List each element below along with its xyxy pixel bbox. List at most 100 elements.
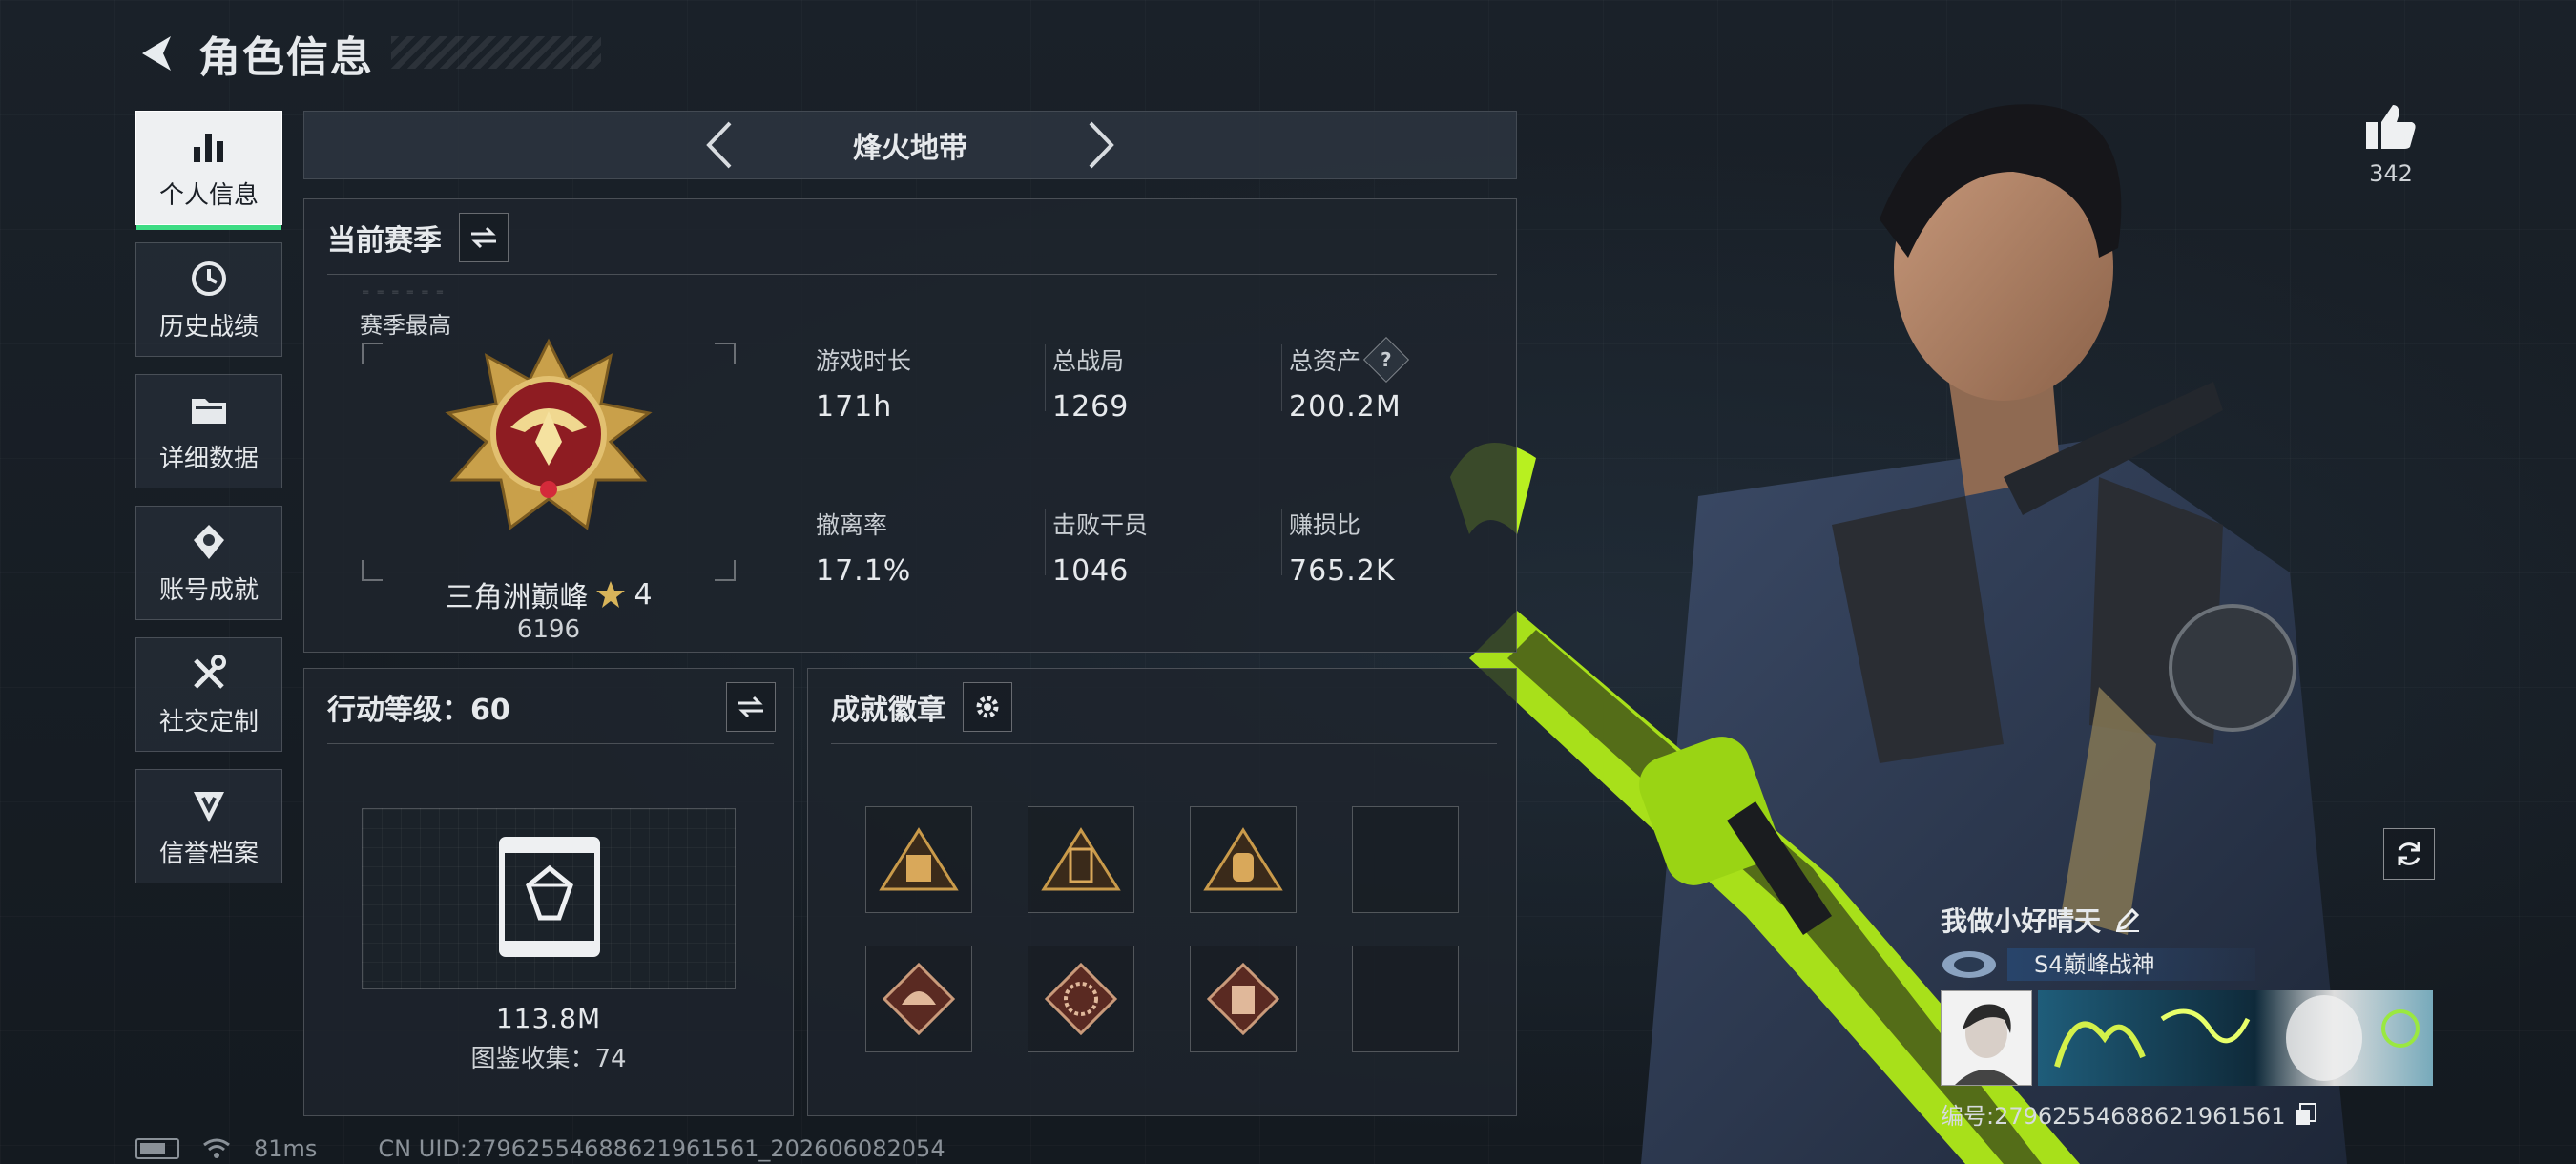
stat-extraction-rate: 撤离率 17.1% <box>816 507 1035 588</box>
rank-stars: 4 <box>634 577 653 612</box>
stat-total-matches: 总战局 1269 <box>1052 343 1272 424</box>
badge-wheel-icon <box>1044 962 1118 1036</box>
stat-value: 765.2K <box>1289 554 1396 588</box>
badge-vest-icon <box>1206 962 1280 1036</box>
sidebar-item-label: 社交定制 <box>158 707 259 737</box>
avatar-portrait-icon <box>1942 991 2031 1085</box>
action-level-panel: 行动等级：60 113.8M 图鉴收集：74 <box>303 668 794 1116</box>
player-title: S4巅峰战神 <box>2007 948 2255 981</box>
thumbs-up-icon <box>2366 105 2416 149</box>
stat-label: 游戏时长 <box>816 347 912 375</box>
help-button[interactable]: ? <box>1362 336 1410 384</box>
stat-value: 1269 <box>1052 390 1130 424</box>
stat-label: 击败干员 <box>1052 511 1149 539</box>
mode-prev-button[interactable] <box>691 116 748 174</box>
stat-value: 200.2M <box>1289 390 1402 424</box>
divider <box>327 274 1497 275</box>
level-switch-button[interactable] <box>726 682 776 732</box>
back-button[interactable] <box>134 30 181 77</box>
player-title-row: S4巅峰战神 <box>1941 948 2437 981</box>
badge-slot[interactable] <box>1190 946 1297 1052</box>
sidebar-item-social[interactable]: 社交定制 <box>135 637 282 752</box>
refresh-icon <box>2398 842 2420 865</box>
stat-divider <box>1281 509 1282 575</box>
uid-text: CN UID:27962554688621961561_202606082054 <box>378 1135 945 1162</box>
sidebar-item-label: 信誉档案 <box>158 839 259 868</box>
swap-icon <box>738 696 763 718</box>
player-id-row: 编号:27962554688621961561 <box>1941 1097 2437 1131</box>
title-decoration <box>391 36 601 69</box>
chevron-left-icon <box>706 121 732 169</box>
stat-value: 1046 <box>1052 554 1130 588</box>
swap-icon <box>471 226 496 249</box>
mode-name: 烽火地带 <box>853 132 967 165</box>
stat-label: 赚损比 <box>1289 511 1361 539</box>
history-clock-icon <box>192 260 226 296</box>
frame-corner <box>362 343 383 364</box>
badge-slot-empty[interactable] <box>1352 946 1459 1052</box>
like-widget[interactable]: 342 <box>2362 103 2420 187</box>
mode-next-button[interactable] <box>1072 116 1130 174</box>
player-name-row: 我做小好晴天 <box>1941 901 2437 939</box>
banner-graffiti-image <box>2054 995 2420 1081</box>
achievement-icon <box>194 524 224 559</box>
season-panel: 当前赛季 = = = = = = 赛季最高 三角洲巅峰 4 6196 游戏时长 … <box>303 198 1517 653</box>
badge-device-icon <box>1041 827 1121 891</box>
page-header: 角色信息 <box>134 27 374 82</box>
battery-icon <box>135 1138 179 1159</box>
badge-slot-empty[interactable] <box>1352 806 1459 913</box>
rank-line: 三角洲巅峰 4 <box>362 573 736 615</box>
sidebar-item-reputation[interactable]: 信誉档案 <box>135 769 282 883</box>
season-title: 当前赛季 <box>327 224 442 258</box>
refresh-button[interactable] <box>2383 828 2435 880</box>
help-icon: ? <box>1381 347 1392 371</box>
level-title: 行动等级：60 <box>327 694 510 727</box>
status-footer: 81ms CN UID:27962554688621961561_2026060… <box>135 1135 945 1162</box>
sidebar-item-personal-info[interactable]: 个人信息 <box>135 111 282 230</box>
badge-slot[interactable] <box>865 946 972 1052</box>
badge-slot[interactable] <box>1028 806 1134 913</box>
frame-corner <box>715 343 736 364</box>
badge-settings-button[interactable] <box>963 682 1012 732</box>
rank-score: 6196 <box>516 615 581 644</box>
achievement-badges-panel: 成就徽章 <box>807 668 1517 1116</box>
like-count: 342 <box>2369 160 2413 187</box>
back-arrow-icon <box>142 36 171 71</box>
player-avatar[interactable] <box>1941 990 2032 1086</box>
sidebar-item-label: 详细数据 <box>158 444 259 473</box>
wifi-icon <box>203 1138 230 1158</box>
sidebar-item-details[interactable]: 详细数据 <box>135 374 282 488</box>
medal-frame <box>362 338 736 581</box>
collection-display-card[interactable] <box>362 808 736 989</box>
stat-profit-loss-ratio: 赚损比 765.2K <box>1289 507 1508 588</box>
collection-count: 图鉴收集：74 <box>470 1045 627 1073</box>
sidebar-nav: 个人信息 历史战绩 详细数据 账号成就 社交定制 信誉档案 <box>135 111 282 901</box>
sidebar-item-achievements[interactable]: 账号成就 <box>135 506 282 620</box>
title-emblem-icon <box>1942 951 1996 978</box>
sidebar-item-label: 个人信息 <box>158 180 259 210</box>
stat-divider <box>1045 509 1046 575</box>
stat-label-row: 总资产 ? <box>1289 336 1508 384</box>
divider <box>327 743 774 744</box>
badge-slot[interactable] <box>1028 946 1134 1052</box>
rank-medal-icon <box>445 338 653 530</box>
stat-divider <box>1045 344 1046 411</box>
badge-tower-icon <box>879 827 959 891</box>
copy-icon[interactable] <box>2295 1102 2317 1127</box>
badge-backpack-icon <box>1203 827 1283 891</box>
player-banner[interactable] <box>2038 990 2433 1086</box>
badge-slot[interactable] <box>865 806 972 913</box>
season-switch-button[interactable] <box>459 213 509 262</box>
display-case-icon <box>499 837 600 957</box>
tools-icon <box>194 654 226 689</box>
season-best-label: 赛季最高 <box>360 312 451 339</box>
player-cards-row <box>1941 990 2437 1086</box>
badge-slot[interactable] <box>1190 806 1297 913</box>
sidebar-item-history[interactable]: 历史战绩 <box>135 242 282 357</box>
edit-pencil-icon[interactable] <box>2114 906 2141 933</box>
stat-play-time: 游戏时长 171h <box>816 343 1035 424</box>
stat-divider <box>1281 344 1282 411</box>
page-title: 角色信息 <box>198 33 374 82</box>
rank-name: 三角洲巅峰 <box>445 581 589 614</box>
badges-title: 成就徽章 <box>831 694 945 727</box>
